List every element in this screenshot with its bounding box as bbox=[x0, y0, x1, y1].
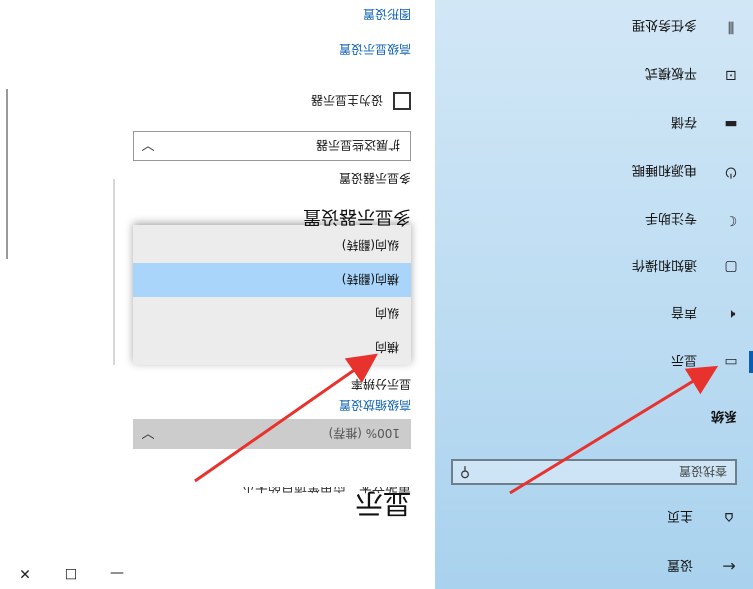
annotation-arrows bbox=[194, 353, 719, 495]
arrow-to-flipped-option bbox=[194, 353, 378, 483]
arrow-to-display-nav bbox=[509, 365, 719, 495]
